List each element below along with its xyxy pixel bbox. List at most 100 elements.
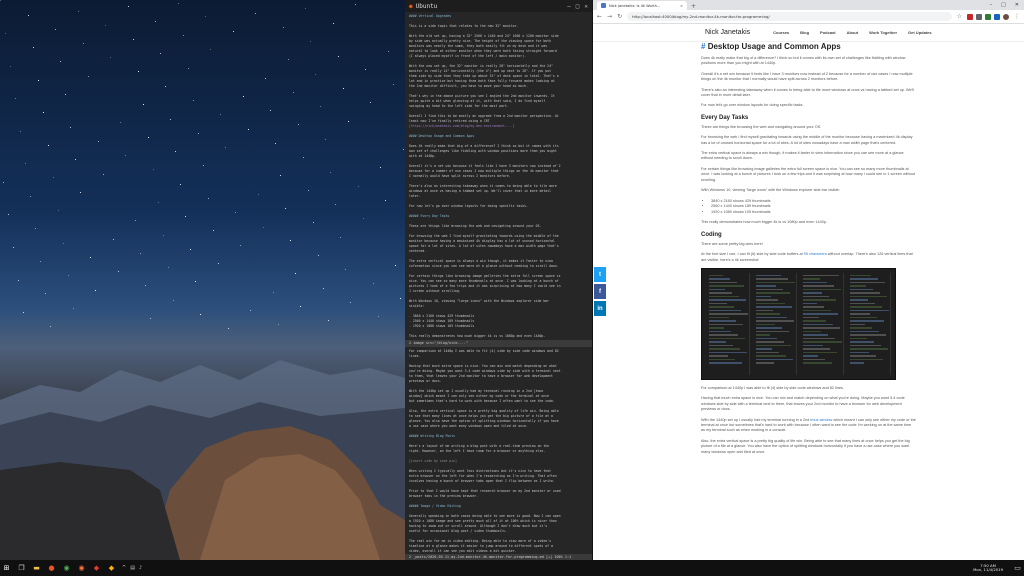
star [172,299,174,301]
code-screenshot-image[interactable] [701,267,896,380]
new-tab-button[interactable]: + [687,3,700,10]
system-tray[interactable]: ^ ▤ ♪ [122,565,142,571]
back-icon[interactable]: ← [597,13,602,20]
address-bar[interactable]: http://localhost:4000/blog/my-2nd-monito… [627,12,952,21]
paragraph: For browsing the web I find myself gravi… [701,135,913,145]
star [225,147,226,148]
star [197,132,199,134]
star [182,34,184,36]
minimize-icon[interactable]: – [567,3,571,10]
windows-start-icon[interactable]: ⊞ [2,564,11,573]
editor-pane-top[interactable]: #### Vertical Upgrades This is a side to… [405,12,592,340]
code-line [756,330,789,333]
nav-podcast[interactable]: Podcast [820,30,836,35]
profile-avatar[interactable] [1003,13,1009,20]
star [12,246,14,248]
extension-icon[interactable] [994,13,1000,20]
extension-icon[interactable] [976,13,982,20]
star [65,94,66,95]
code-line [709,295,739,298]
code-line [756,274,781,277]
browser-tab[interactable]: Nick Janetakis: Is 4k Worth... × [597,1,687,10]
code-line [850,309,889,312]
star [285,208,286,210]
star [212,230,214,232]
browser-window[interactable]: Nick Janetakis: Is 4k Worth... × + – □ ✕… [593,0,1024,560]
media-app-icon[interactable]: ◆ [92,564,101,573]
nav-about[interactable]: About [847,30,859,35]
bookmark-star-icon[interactable]: ☆ [957,13,962,20]
close-icon[interactable]: ✕ [1015,2,1019,8]
terminal-app-icon[interactable]: ● [47,564,56,573]
code-line [803,295,829,298]
star [15,97,16,99]
chrome-icon[interactable]: ◉ [62,564,71,573]
browser-toolbar: ← → ↻ http://localhost:4000/blog/my-2nd-… [593,10,1024,24]
clock[interactable]: 7:50 AM Mon, 11/4/2019 [973,563,1007,573]
nav-courses[interactable]: Courses [773,30,789,35]
chevron-up-icon[interactable]: ^ [122,565,126,571]
editor-pane-bottom[interactable]: For comparison at 1440p I was able to fi… [405,346,592,558]
code-line [850,295,887,298]
facebook-share-button[interactable]: f [594,284,606,299]
characters-link[interactable]: 95 characters [804,252,827,256]
linkedin-share-button[interactable]: in [594,301,606,316]
star [95,289,96,291]
nav-work-together[interactable]: Work Together [869,30,897,35]
minimize-icon[interactable]: – [990,2,993,8]
code-line [803,299,836,301]
volume-icon[interactable]: ♪ [139,565,142,571]
notifications-icon[interactable]: ▭ [1013,564,1022,573]
site-brand[interactable]: Nick Janetakis [705,29,750,36]
star [80,191,81,193]
paragraph: There's also an interesting takeaway whe… [701,87,915,98]
nav-get-updates[interactable]: Get Updates [908,30,932,35]
task-view-icon[interactable]: ❐ [17,564,26,573]
maximize-icon[interactable]: □ [1001,2,1006,8]
extension-icon[interactable] [967,13,973,20]
code-line [803,362,832,364]
star [127,6,129,8]
close-icon[interactable]: ✕ [584,3,588,10]
star [202,165,204,167]
star [322,287,324,289]
star [70,126,71,128]
code-line [803,316,819,319]
star [72,307,74,309]
paragraph: For certain things like browsing image g… [701,166,916,182]
file-explorer-icon[interactable]: ▬ [32,564,41,573]
tmux-window-link[interactable]: tmux window [810,418,832,422]
forward-icon[interactable]: → [607,13,612,20]
star [167,266,169,268]
network-icon[interactable]: ▤ [130,565,135,571]
star [290,240,291,242]
star [235,212,236,213]
twitter-share-button[interactable]: t [594,267,606,282]
code-line [709,316,729,319]
app-icon[interactable]: ◆ [107,564,116,573]
anchor-link[interactable]: # [701,42,705,51]
code-line [756,278,788,280]
extension-icon[interactable] [985,13,991,20]
star [27,14,29,16]
ubuntu-icon: ● [409,2,413,10]
code-line [803,309,831,312]
paragraph: At the font size I use, I can fit (6) si… [701,252,913,262]
code-line [850,330,879,333]
terminal-window[interactable]: ● Ubuntu – □ ✕ #### Vertical Upgrades Th… [405,0,593,560]
nav-blog[interactable]: Blog [800,30,809,35]
terminal-titlebar[interactable]: ● Ubuntu – □ ✕ [405,0,592,12]
firefox-icon[interactable]: ◉ [77,564,86,573]
maximize-icon[interactable]: □ [576,3,580,10]
star [185,216,186,218]
reload-icon[interactable]: ↻ [617,13,622,20]
subheading-coding: Coding [701,231,722,238]
code-line [709,320,736,322]
code-line [756,348,772,350]
code-line [850,285,866,287]
menu-icon[interactable]: ⋮ [1014,13,1020,20]
star [62,242,64,244]
code-line [803,358,825,361]
star [60,61,61,63]
tab-close-icon[interactable]: × [680,4,683,8]
